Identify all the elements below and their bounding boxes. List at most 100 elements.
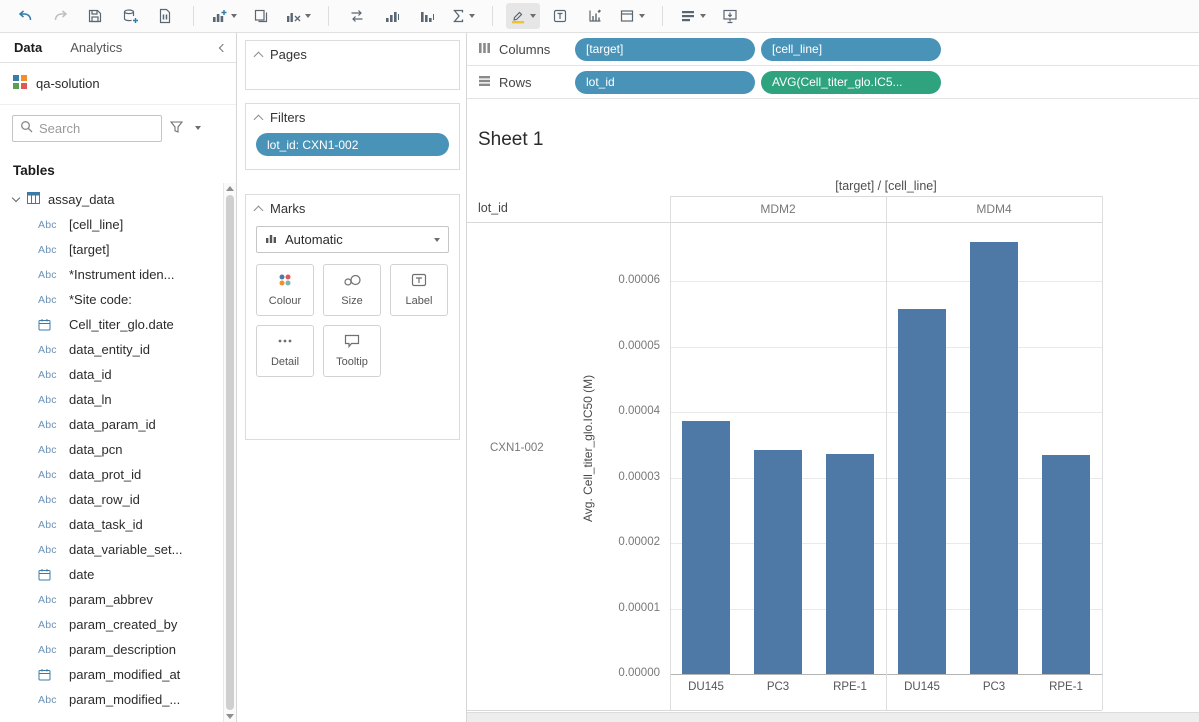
pill-avg-ic50[interactable]: AVG(Cell_titer_glo.IC5... bbox=[761, 71, 941, 94]
field-row-cell-titer-glo-date[interactable]: Cell_titer_glo.date bbox=[0, 312, 236, 337]
mark-type-select[interactable]: Automatic bbox=[256, 226, 449, 253]
pill-target[interactable]: [target] bbox=[575, 38, 755, 61]
x-axis-category-label[interactable]: DU145 bbox=[674, 681, 738, 693]
marks-card-header[interactable]: Marks bbox=[246, 195, 459, 222]
main-body: Data Analytics qa-solution Tables bbox=[0, 33, 1199, 722]
save-icon[interactable] bbox=[80, 3, 110, 29]
toolbar-separator bbox=[662, 6, 663, 26]
scrollbar-thumb[interactable] bbox=[226, 195, 234, 710]
field-row-data-pcn[interactable]: Abcdata_pcn bbox=[0, 437, 236, 462]
size-button[interactable]: Size bbox=[323, 264, 381, 316]
presentation-mode-icon[interactable] bbox=[715, 3, 745, 29]
tab-data[interactable]: Data bbox=[0, 33, 56, 62]
tab-analytics[interactable]: Analytics bbox=[56, 33, 136, 62]
sort-ascending-icon[interactable] bbox=[377, 3, 407, 29]
sort-descending-icon[interactable] bbox=[412, 3, 442, 29]
new-data-source-icon[interactable] bbox=[115, 3, 145, 29]
filters-card-header[interactable]: Filters bbox=[246, 104, 459, 131]
scroll-down-icon[interactable] bbox=[226, 714, 234, 719]
row-field-header[interactable]: lot_id bbox=[478, 201, 508, 215]
label-button[interactable]: Label bbox=[390, 264, 448, 316]
bar-MDM2-DU145[interactable] bbox=[682, 421, 730, 674]
sidebar-scrollbar[interactable] bbox=[223, 183, 236, 722]
field-row--site-code-[interactable]: Abc*Site code: bbox=[0, 287, 236, 312]
field-row-param-description[interactable]: Abcparam_description bbox=[0, 637, 236, 662]
swap-rows-columns-icon[interactable] bbox=[342, 3, 372, 29]
filter-pill[interactable]: lot_id: CXN1-002 bbox=[256, 133, 449, 156]
totals-icon[interactable] bbox=[447, 3, 479, 29]
chevron-up-icon bbox=[254, 114, 264, 124]
field-row-data-id[interactable]: Abcdata_id bbox=[0, 362, 236, 387]
table-row-assay-data[interactable]: assay_data bbox=[0, 186, 236, 212]
x-axis-category-label[interactable]: RPE-1 bbox=[1034, 681, 1098, 693]
x-axis-category-label[interactable]: RPE-1 bbox=[818, 681, 882, 693]
show-hide-cards-icon[interactable] bbox=[676, 3, 710, 29]
field-row-param-modified-[interactable]: Abcparam_modified_... bbox=[0, 687, 236, 712]
field-row-param-abbrev[interactable]: Abcparam_abbrev bbox=[0, 587, 236, 612]
bar-MDM2-PC3[interactable] bbox=[754, 450, 802, 674]
field-row-data-entity-id[interactable]: Abcdata_entity_id bbox=[0, 337, 236, 362]
x-axis-category-label[interactable]: PC3 bbox=[746, 681, 810, 693]
show-mark-labels-icon[interactable] bbox=[545, 3, 575, 29]
field-row-data-row-id[interactable]: Abcdata_row_id bbox=[0, 487, 236, 512]
field-row-data-param-id[interactable]: Abcdata_param_id bbox=[0, 412, 236, 437]
search-options-caret[interactable] bbox=[195, 126, 201, 130]
field-row--instrument-iden-[interactable]: Abc*Instrument iden... bbox=[0, 262, 236, 287]
dropdown-caret-icon bbox=[305, 14, 311, 18]
undo-icon[interactable] bbox=[10, 3, 40, 29]
fit-icon[interactable] bbox=[615, 3, 649, 29]
field-row-data-ln[interactable]: Abcdata_ln bbox=[0, 387, 236, 412]
detail-button[interactable]: Detail bbox=[256, 325, 314, 377]
bar-MDM4-RPE-1[interactable] bbox=[1042, 455, 1090, 674]
redo-icon[interactable] bbox=[45, 3, 75, 29]
field-row--target-[interactable]: Abc[target] bbox=[0, 237, 236, 262]
collapse-pane-button[interactable] bbox=[220, 45, 226, 51]
pages-card-header[interactable]: Pages bbox=[246, 41, 459, 68]
column-group-header-MDM2[interactable]: MDM2 bbox=[670, 196, 886, 222]
clear-sheet-icon[interactable] bbox=[281, 3, 315, 29]
x-axis-category-label[interactable]: DU145 bbox=[890, 681, 954, 693]
columns-shelf[interactable]: Columns [target] [cell_line] bbox=[467, 33, 1199, 66]
search-input[interactable] bbox=[39, 121, 154, 136]
row-header-value[interactable]: CXN1-002 bbox=[490, 222, 544, 674]
highlight-icon[interactable] bbox=[506, 3, 540, 29]
column-group-header-MDM4[interactable]: MDM4 bbox=[886, 196, 1102, 222]
pill-lot-id[interactable]: lot_id bbox=[575, 71, 755, 94]
pause-auto-updates-icon[interactable] bbox=[150, 3, 180, 29]
field-row-param-created-by[interactable]: Abcparam_created_by bbox=[0, 612, 236, 637]
bar-MDM4-PC3[interactable] bbox=[970, 242, 1018, 674]
datasource-name: qa-solution bbox=[36, 76, 100, 91]
toolbar bbox=[0, 0, 1199, 33]
field-label: *Instrument iden... bbox=[69, 267, 175, 282]
field-row-data-prot-id[interactable]: Abcdata_prot_id bbox=[0, 462, 236, 487]
duplicate-icon[interactable] bbox=[246, 3, 276, 29]
rows-shelf[interactable]: Rows lot_id AVG(Cell_titer_glo.IC5... bbox=[467, 66, 1199, 99]
bar-MDM2-RPE-1[interactable] bbox=[826, 454, 874, 674]
new-worksheet-icon[interactable] bbox=[207, 3, 241, 29]
chevron-down-icon[interactable] bbox=[12, 194, 20, 202]
pill-cell-line[interactable]: [cell_line] bbox=[761, 38, 941, 61]
y-axis-tick-label: 0.00005 bbox=[587, 340, 660, 352]
detail-icon bbox=[277, 334, 293, 351]
scroll-up-icon[interactable] bbox=[226, 186, 234, 191]
fix-axes-icon[interactable] bbox=[580, 3, 610, 29]
bar-MDM4-DU145[interactable] bbox=[898, 309, 946, 674]
size-button-label: Size bbox=[341, 295, 362, 307]
field-row-param-modified-at[interactable]: param_modified_at bbox=[0, 662, 236, 687]
horizontal-scrollbar[interactable] bbox=[467, 712, 1199, 722]
field-row-data-task-id[interactable]: Abcdata_task_id bbox=[0, 512, 236, 537]
search-box[interactable] bbox=[12, 115, 162, 142]
field-row-data-variable-set-[interactable]: Abcdata_variable_set... bbox=[0, 537, 236, 562]
colour-button[interactable]: Colour bbox=[256, 264, 314, 316]
x-axis-category-label[interactable]: PC3 bbox=[962, 681, 1026, 693]
column-field-header[interactable]: [target] / [cell_line] bbox=[670, 179, 1102, 193]
filter-fields-icon[interactable] bbox=[170, 121, 183, 136]
field-row--cell-line-[interactable]: Abc[cell_line] bbox=[0, 212, 236, 237]
datasource-row[interactable]: qa-solution bbox=[0, 63, 236, 105]
field-label: param_abbrev bbox=[69, 592, 153, 607]
field-row-date[interactable]: date bbox=[0, 562, 236, 587]
tooltip-button[interactable]: Tooltip bbox=[323, 325, 381, 377]
pages-card: Pages bbox=[245, 40, 460, 90]
search-icon bbox=[20, 120, 33, 136]
tooltip-button-label: Tooltip bbox=[336, 356, 368, 368]
